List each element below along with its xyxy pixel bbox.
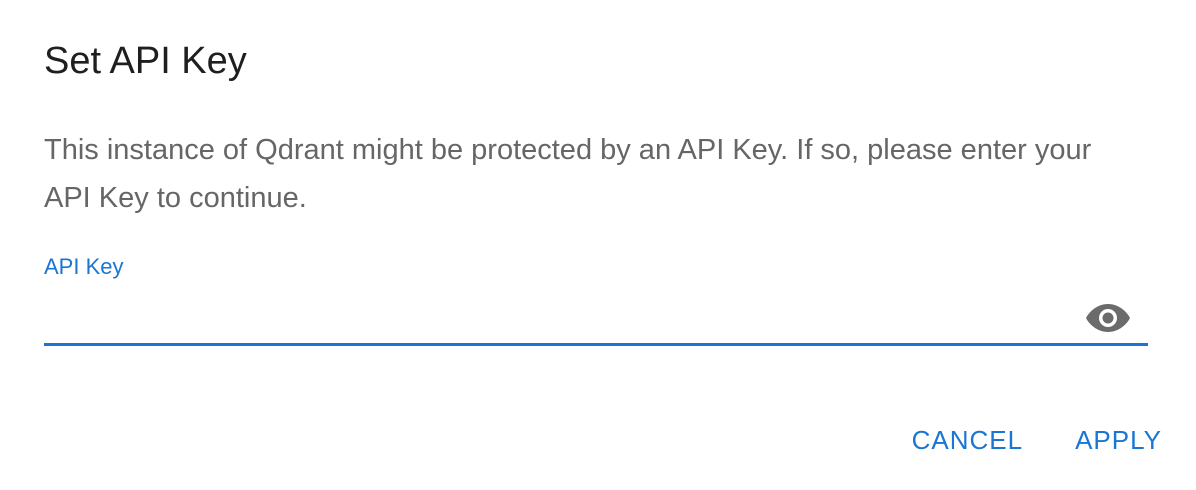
eye-icon: [1086, 304, 1130, 332]
toggle-visibility-button[interactable]: [1084, 298, 1132, 338]
dialog-description: This instance of Qdrant might be protect…: [44, 134, 1092, 214]
dialog-actions: CANCEL APPLY: [912, 420, 1162, 460]
apply-button[interactable]: APPLY: [1075, 420, 1162, 460]
api-key-input[interactable]: [44, 298, 1074, 338]
api-key-label: API Key: [44, 254, 124, 279]
cancel-button[interactable]: CANCEL: [912, 420, 1023, 460]
dialog-title: Set API Key: [44, 40, 247, 82]
input-underline: [44, 343, 1148, 346]
api-key-field: API Key: [44, 250, 1148, 350]
api-key-dialog: Set API Key This instance of Qdrant migh…: [0, 0, 1196, 490]
